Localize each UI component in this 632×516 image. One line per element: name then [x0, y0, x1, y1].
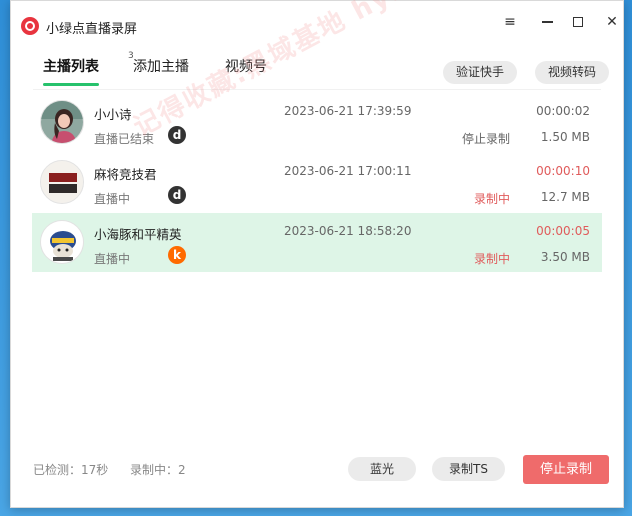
- tab-video-channel[interactable]: 视频号: [225, 56, 267, 76]
- minimize-icon[interactable]: [535, 11, 559, 33]
- file-size: 3.50 MB: [540, 250, 590, 264]
- woman-photo-avatar-icon: [41, 101, 83, 143]
- app-title: 小绿点直播录屏: [46, 22, 138, 37]
- recording-status[interactable]: 录制中: [474, 190, 510, 207]
- douyin-platform-icon: d: [168, 126, 186, 144]
- title-bar[interactable]: 小绿点直播录屏 ≡ ✕: [11, 1, 623, 45]
- maximize-icon[interactable]: [566, 11, 590, 33]
- video-transcode-button[interactable]: 视频转码: [535, 61, 610, 84]
- stop-recording-button[interactable]: 停止录制: [523, 455, 609, 484]
- table-row[interactable]: 小小诗 直播已结束 d 2023-06-21 17:39:59 停止录制 00:…: [32, 93, 602, 152]
- close-icon[interactable]: ✕: [600, 11, 624, 33]
- file-size: 1.50 MB: [540, 130, 590, 144]
- start-time: 2023-06-21 17:39:59: [284, 104, 412, 118]
- divider: [33, 89, 601, 90]
- checked-time: 已检测：17秒: [33, 463, 109, 477]
- avatar: [40, 220, 84, 264]
- verify-kuaishou-button[interactable]: 验证快手: [443, 61, 518, 84]
- record-dot-icon: [21, 17, 39, 35]
- start-time: 2023-06-21 17:00:11: [284, 164, 412, 178]
- live-status: 直播中: [94, 192, 131, 206]
- live-status: 直播已结束: [94, 132, 155, 146]
- record-duration: 00:00:10: [536, 164, 590, 178]
- douyin-platform-icon: d: [168, 186, 186, 204]
- tab-streamer-list[interactable]: 主播列表: [43, 56, 99, 86]
- file-size: 12.7 MB: [540, 190, 590, 204]
- live-status: 直播中: [94, 252, 131, 266]
- kuaishou-platform-icon: k: [168, 246, 186, 264]
- record-ts-button[interactable]: 录制TS: [432, 457, 505, 481]
- mahjong-logo-avatar-icon: [41, 161, 83, 203]
- tab-add-streamer[interactable]: 添加主播: [133, 56, 189, 76]
- recording-status[interactable]: 录制中: [474, 250, 510, 267]
- avatar: [40, 100, 84, 144]
- bluray-button[interactable]: 蓝光: [348, 457, 416, 481]
- table-row[interactable]: 小海豚和平精英 直播中 k 2023-06-21 18:58:20 录制中 00…: [32, 213, 602, 272]
- app-window: 小绿点直播录屏 ≡ ✕ 主播列表 3 添加主播 视频号 验证快手 视频转码 小小…: [10, 0, 624, 508]
- cartoon-character-avatar-icon: [41, 221, 83, 263]
- stop-recording-link[interactable]: 停止录制: [462, 130, 510, 147]
- streamer-name: 麻将竞技君: [94, 167, 157, 182]
- streamer-name: 小小诗: [94, 107, 132, 122]
- streamer-name: 小海豚和平精英: [94, 227, 182, 242]
- record-duration: 00:00:05: [536, 224, 590, 238]
- table-row[interactable]: 麻将竞技君 直播中 d 2023-06-21 17:00:11 录制中 00:0…: [32, 153, 602, 212]
- recording-count: 录制中：2: [130, 463, 186, 477]
- menu-icon[interactable]: ≡: [498, 11, 522, 33]
- start-time: 2023-06-21 18:58:20: [284, 224, 412, 238]
- record-duration: 00:00:02: [536, 104, 590, 118]
- avatar: [40, 160, 84, 204]
